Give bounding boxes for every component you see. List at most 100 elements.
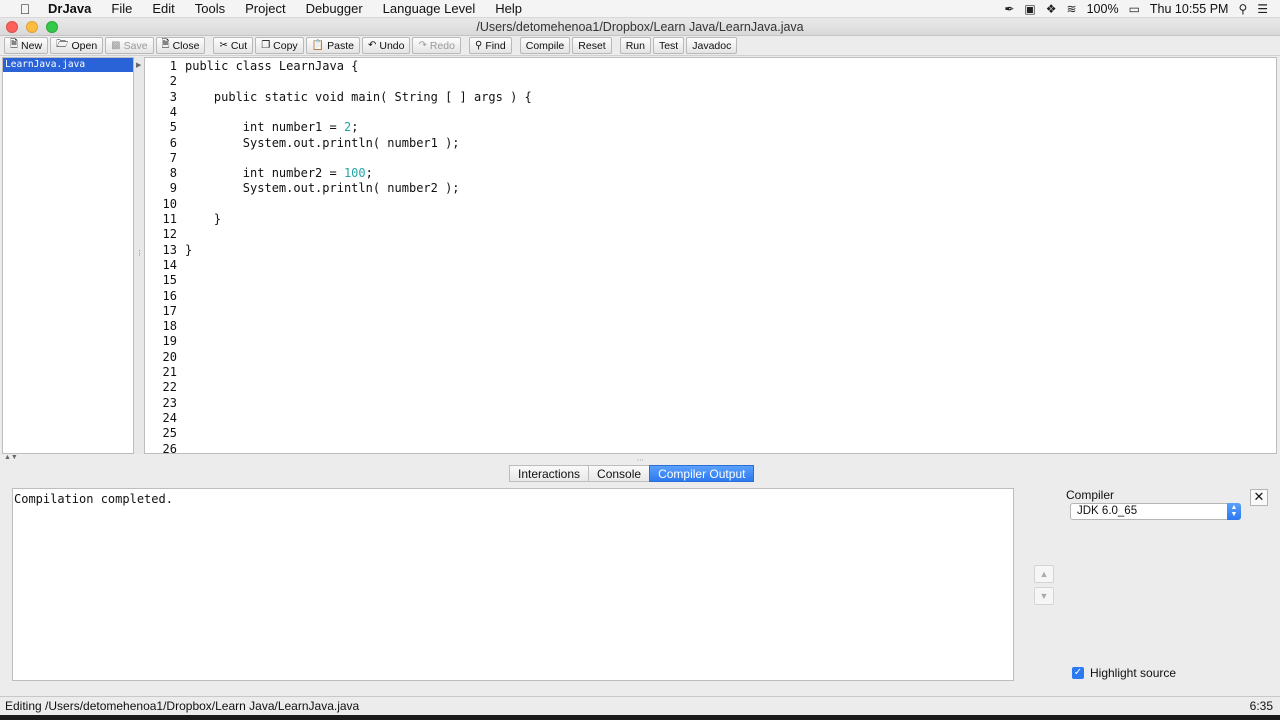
close-button[interactable]: 🗎 Close <box>155 37 206 54</box>
highlight-source-option[interactable]: ✓ Highlight source <box>1072 666 1176 680</box>
wifi-icon[interactable]: ≋ <box>1067 2 1077 16</box>
code-line[interactable]: 15 <box>145 273 185 288</box>
javadoc-button[interactable]: Javadoc <box>686 37 738 54</box>
code-line[interactable]: 9 System.out.println( number2 ); <box>145 181 460 196</box>
code-line[interactable]: 12 <box>145 227 185 242</box>
code-line[interactable]: 13} <box>145 242 193 258</box>
code-line[interactable]: 25 <box>145 426 185 441</box>
splitter-arrows-icon[interactable]: ▲▼ <box>4 454 18 461</box>
menu-help[interactable]: Help <box>485 1 532 16</box>
vertical-splitter[interactable]: ▶ ⋮ <box>134 57 144 454</box>
cut-button[interactable]: ✂ Cut <box>213 37 254 54</box>
line-number: 7 <box>169 150 177 165</box>
code-line[interactable]: 6 System.out.println( number1 ); <box>145 136 460 151</box>
code-line[interactable]: 26 <box>145 442 185 454</box>
code-line[interactable]: 2 <box>145 74 185 89</box>
code-line[interactable]: 22 <box>145 380 185 395</box>
horizontal-splitter[interactable]: ▲▼ ⋯ <box>0 454 1280 464</box>
toolbar: 🗎 New 🗁 Open ▩ Save 🗎 Close ✂ Cut ❐ Copy 📋 Past… <box>0 36 1280 56</box>
tab-console[interactable]: Console <box>588 465 651 482</box>
notification-center-icon[interactable]: ☰ <box>1257 2 1268 16</box>
tab-compiler-output[interactable]: Compiler Output <box>649 465 755 482</box>
code-line[interactable]: 11 } <box>145 212 222 227</box>
code-line[interactable]: 24 <box>145 411 185 426</box>
code-line[interactable]: 5 int number1 = 2; <box>145 120 359 135</box>
code-text: } <box>185 242 193 257</box>
previous-error-button[interactable]: ▲ <box>1034 565 1054 583</box>
code-line[interactable]: 8 int number2 = 100; <box>145 166 373 181</box>
window-minimize-button[interactable] <box>26 20 38 33</box>
save-label: Save <box>123 39 148 52</box>
test-button[interactable]: Test <box>652 37 685 54</box>
line-code: System.out.println( number1 ); <box>177 136 460 151</box>
menu-debugger[interactable]: Debugger <box>296 1 373 16</box>
apple-menu-icon[interactable]:  <box>14 1 36 17</box>
undo-button[interactable]: ↶ Undo <box>361 37 411 54</box>
code-line[interactable]: 18 <box>145 319 185 334</box>
highlight-source-checkbox[interactable]: ✓ <box>1072 667 1084 679</box>
save-button[interactable]: ▩ Save <box>105 37 154 54</box>
spotlight-search-icon[interactable]: ⚲ <box>1238 2 1247 16</box>
file-item-learnjava[interactable]: LearnJava.java <box>3 58 133 72</box>
code-editor[interactable]: 1 public class LearnJava {2 3 public stati… <box>144 57 1277 454</box>
chevron-down-icon: ▼ <box>1039 591 1049 601</box>
clock[interactable]: Thu 10:55 PM <box>1150 2 1229 16</box>
reset-button[interactable]: Reset <box>572 37 612 54</box>
menu-language-level[interactable]: Language Level <box>373 1 486 16</box>
line-number: 10 <box>162 196 177 211</box>
dropbox-icon[interactable]: ❖ <box>1046 2 1057 16</box>
find-button[interactable]: ⚲ Find <box>468 37 512 54</box>
screen-bottom-edge <box>0 715 1280 720</box>
code-line[interactable]: 19 <box>145 334 185 349</box>
code-line[interactable]: 21 <box>145 365 185 380</box>
clipboard-icon: 📋 <box>311 40 325 51</box>
menu-project[interactable]: Project <box>235 1 295 16</box>
redo-button[interactable]: ↷ Redo <box>412 37 461 54</box>
bottom-tabs: Interactions Console Compiler Output <box>509 465 755 482</box>
status-text: Editing /Users/detomehenoa1/Dropbox/Lear… <box>5 699 360 713</box>
undo-label: Undo <box>379 39 405 52</box>
screen-record-icon[interactable]: ▣ <box>1024 2 1035 16</box>
splitter-grip-icon: ⋮ <box>136 250 143 257</box>
copy-button[interactable]: ❐ Copy <box>255 37 304 54</box>
open-folder-icon: 🗁 <box>56 39 69 50</box>
code-line[interactable]: 4 <box>145 105 185 120</box>
scissors-icon: ✂ <box>219 40 228 51</box>
window-zoom-button[interactable] <box>46 20 58 33</box>
select-stepper-icon: ▲ ▼ <box>1227 503 1241 520</box>
close-panel-button[interactable]: ✕ <box>1250 489 1268 506</box>
open-button[interactable]: 🗁 Open <box>50 37 104 54</box>
line-code: public class LearnJava { <box>177 59 358 74</box>
compile-button[interactable]: Compile <box>519 37 571 54</box>
code-line[interactable]: 7 <box>145 151 185 166</box>
code-line[interactable]: 23 <box>145 396 185 411</box>
line-code: } <box>177 243 192 258</box>
redo-icon: ↷ <box>418 40 427 51</box>
code-line[interactable]: 20 <box>145 350 185 365</box>
next-error-button[interactable]: ▼ <box>1034 587 1054 605</box>
window-close-button[interactable] <box>6 20 18 33</box>
menu-edit[interactable]: Edit <box>142 1 184 16</box>
menu-app-name[interactable]: DrJava <box>36 1 101 16</box>
code-line[interactable]: 10 <box>145 197 185 212</box>
new-button[interactable]: 🗎 New <box>4 37 49 54</box>
code-line[interactable]: 3 public static void main( String [ ] ar… <box>145 90 532 105</box>
pen-icon[interactable]: ✒ <box>1004 2 1014 16</box>
paste-button[interactable]: 📋 Paste <box>305 37 360 54</box>
line-number: 13 <box>162 242 177 257</box>
compiler-select[interactable]: JDK 6.0_65 ▲ ▼ <box>1070 503 1241 520</box>
line-number: 19 <box>162 334 177 349</box>
battery-icon[interactable]: ▭ <box>1129 2 1140 16</box>
code-line[interactable]: 16 <box>145 289 185 304</box>
code-line[interactable]: 17 <box>145 304 185 319</box>
tab-interactions[interactable]: Interactions <box>509 465 590 482</box>
menu-file[interactable]: File <box>101 1 142 16</box>
menu-tools[interactable]: Tools <box>185 1 235 16</box>
collapse-arrow-icon[interactable]: ▶ <box>136 61 141 69</box>
code-line[interactable]: 14 <box>145 258 185 273</box>
line-number: 21 <box>162 365 177 379</box>
compiler-output-pane[interactable]: Compilation completed. <box>12 488 1014 681</box>
code-line[interactable]: 1 public class LearnJava { <box>145 59 359 74</box>
run-button[interactable]: Run <box>619 37 651 54</box>
